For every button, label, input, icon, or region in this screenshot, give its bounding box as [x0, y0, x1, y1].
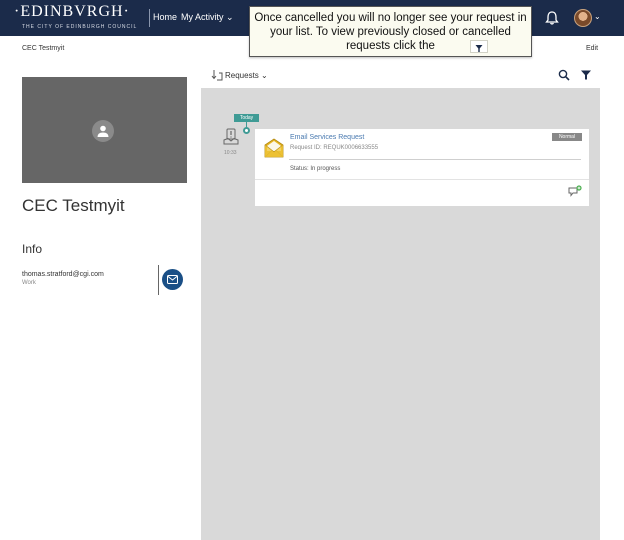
tooltip-callout: Once cancelled you will no longer see yo…: [249, 6, 532, 57]
requests-icon: [211, 70, 223, 81]
user-avatar[interactable]: [574, 9, 592, 27]
app-window: ·EDINBVRGH· THE CITY OF EDINBURGH COUNCI…: [0, 0, 624, 540]
chevron-down-icon[interactable]: ⌄: [594, 12, 601, 21]
email-type-label: Work: [22, 280, 36, 286]
logo-subtext: THE CITY OF EDINBURGH COUNCIL: [22, 24, 138, 30]
request-card[interactable]: Email Services Request Request ID: REQUK…: [255, 129, 589, 206]
card-divider: [289, 159, 581, 160]
nav-home-link[interactable]: Home: [153, 12, 177, 22]
timeline-dot: [243, 127, 250, 134]
logo-text: ·EDINBVRGH·: [14, 3, 130, 20]
filter-icon[interactable]: [580, 69, 592, 81]
priority-badge: Normal: [552, 133, 582, 141]
person-icon: [92, 120, 114, 142]
request-title-link[interactable]: Email Services Request: [290, 134, 364, 141]
envelope-icon: [264, 138, 284, 158]
profile-full-name: CEC Testmyit: [22, 196, 125, 215]
tooltip-filter-button[interactable]: [470, 40, 488, 53]
nav-my-activity-menu[interactable]: My Activity ⌄: [181, 12, 234, 23]
search-icon[interactable]: [558, 69, 570, 81]
nav-separator: [149, 9, 150, 27]
card-footer-divider: [255, 179, 589, 180]
edinburgh-logo[interactable]: ·EDINBVRGH· THE CITY OF EDINBURGH COUNCI…: [14, 3, 144, 33]
mail-icon: [167, 275, 178, 284]
info-heading: Info: [22, 242, 43, 256]
request-status: Status: In progress: [290, 166, 341, 172]
request-id: Request ID: REQUK0006633555: [290, 145, 379, 151]
today-badge: Today: [234, 114, 259, 122]
timeline-time: 10:33: [224, 150, 237, 156]
request-submitted-icon: [223, 128, 239, 145]
breadcrumb-profile-name: CEC Testmyit: [22, 45, 65, 52]
send-email-button[interactable]: [162, 269, 183, 290]
email-address: thomas.stratford@cgi.com: [22, 271, 104, 278]
filter-icon: [475, 45, 483, 52]
divider: [158, 265, 159, 295]
bell-icon[interactable]: [544, 10, 560, 26]
edit-link[interactable]: Edit: [586, 45, 598, 52]
requests-dropdown[interactable]: Requests ⌄: [225, 71, 268, 80]
add-comment-icon[interactable]: [568, 185, 582, 197]
